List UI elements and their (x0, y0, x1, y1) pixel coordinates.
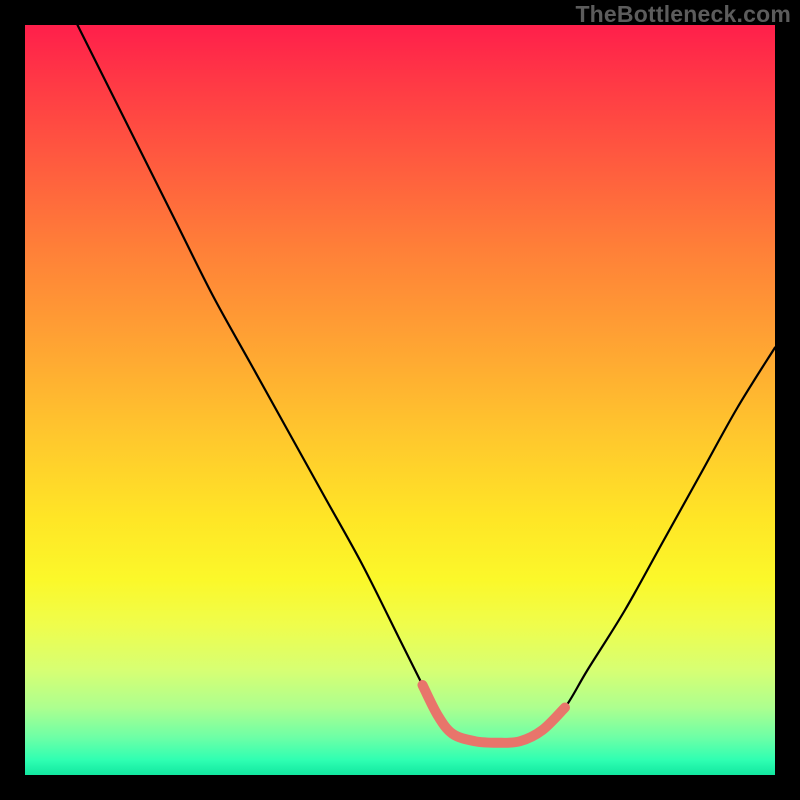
optimal-range-marker (423, 685, 566, 743)
watermark-text: TheBottleneck.com (575, 1, 791, 28)
plot-area (25, 25, 775, 775)
bottleneck-curve (78, 25, 776, 743)
plot-svg (25, 25, 775, 775)
chart-frame: TheBottleneck.com (0, 0, 800, 800)
